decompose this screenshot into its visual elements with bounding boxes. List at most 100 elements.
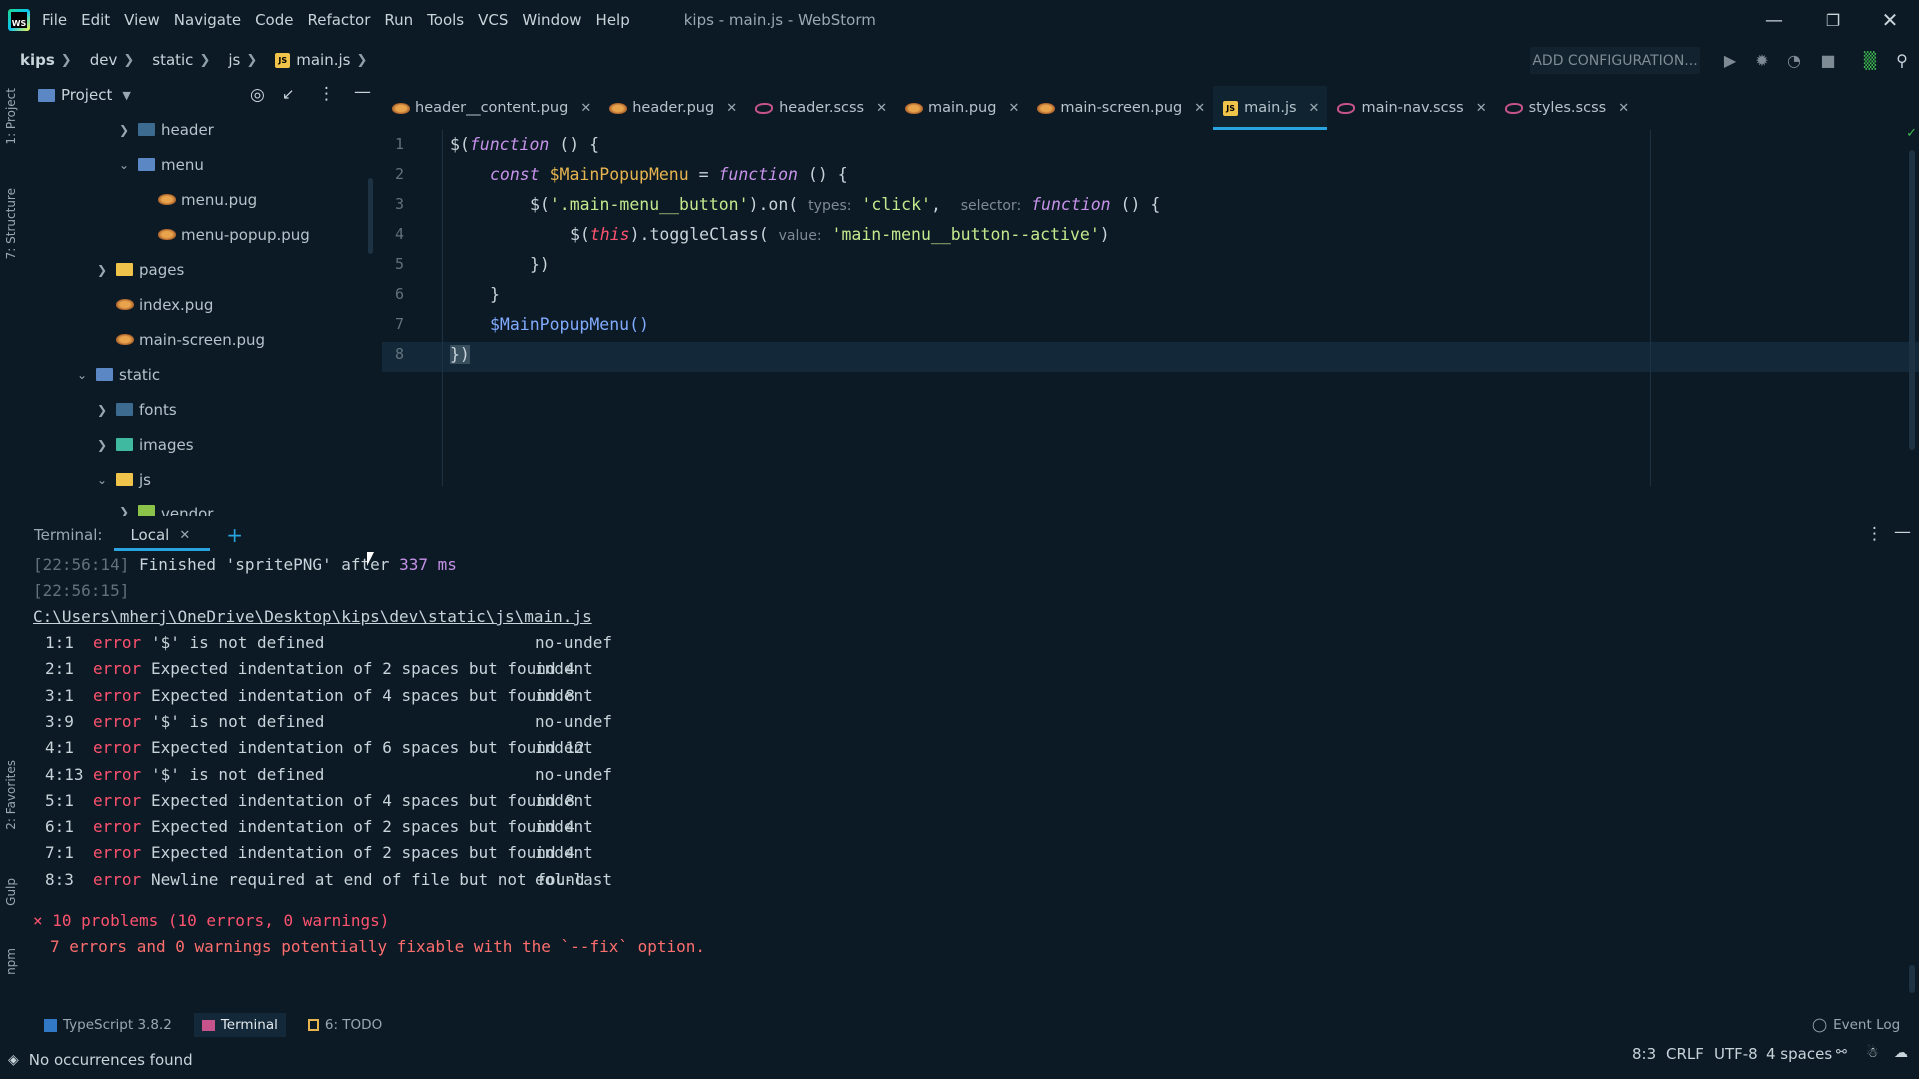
hide-panel-icon[interactable]: — bbox=[354, 82, 371, 102]
code-token: function bbox=[718, 165, 798, 184]
menu-run[interactable]: Run bbox=[384, 11, 413, 29]
tree-item-header[interactable]: ❯ header bbox=[28, 112, 380, 147]
tree-item-images[interactable]: ❯ images bbox=[28, 427, 380, 462]
lint-rule: no-undef bbox=[535, 633, 613, 652]
search-icon[interactable]: ⚲ bbox=[1890, 48, 1914, 72]
tool-project[interactable]: 1: Project bbox=[4, 88, 18, 145]
notifications-icon[interactable]: ☁ bbox=[1894, 1045, 1908, 1061]
indent-setting[interactable]: 4 spaces bbox=[1766, 1045, 1832, 1063]
close-icon[interactable]: ✕ bbox=[1476, 101, 1487, 116]
file-encoding[interactable]: UTF-8 bbox=[1714, 1045, 1758, 1063]
tab-main-js[interactable]: JS main.js ✕ bbox=[1213, 86, 1328, 130]
menu-view[interactable]: View bbox=[124, 11, 160, 29]
project-scrollbar[interactable] bbox=[368, 178, 373, 254]
minimize-button[interactable]: — bbox=[1744, 0, 1804, 40]
tab-header-scss[interactable]: header.scss ✕ bbox=[745, 86, 895, 130]
menu-file[interactable]: File bbox=[42, 11, 67, 29]
hide-panel-icon[interactable]: — bbox=[1894, 522, 1911, 542]
tree-item-menu-popup-pug[interactable]: menu-popup.pug bbox=[28, 217, 380, 252]
menu-window[interactable]: Window bbox=[522, 11, 581, 29]
breadcrumb-kips[interactable]: kips ❯ bbox=[20, 51, 72, 69]
menu-tools[interactable]: Tools bbox=[427, 11, 464, 29]
terminal-tab-local[interactable]: Local ✕ bbox=[114, 520, 211, 551]
tree-item-js[interactable]: ⌄ js bbox=[28, 462, 380, 497]
menu-code[interactable]: Code bbox=[255, 11, 293, 29]
code-editor[interactable]: 1 2 3 4 5 6 7 8 $(function () { const $M… bbox=[382, 126, 1919, 486]
tree-item-menu[interactable]: ⌄ menu bbox=[28, 147, 380, 182]
caret-position[interactable]: 8:3 bbox=[1632, 1045, 1656, 1063]
tool-structure[interactable]: 7: Structure bbox=[4, 188, 18, 259]
tool-favorites[interactable]: 2: Favorites bbox=[4, 760, 18, 830]
lint-pos: 1:1 bbox=[45, 633, 74, 652]
close-icon[interactable]: ✕ bbox=[876, 101, 887, 116]
tree-item-static[interactable]: ⌄ static bbox=[28, 357, 380, 392]
line-number: 4 bbox=[394, 225, 404, 243]
stop-icon[interactable]: ■ bbox=[1816, 48, 1840, 72]
debug-icon[interactable]: ✹ bbox=[1750, 48, 1774, 72]
close-icon[interactable]: ✕ bbox=[1309, 101, 1320, 116]
breadcrumb-mainjs[interactable]: JS main.js ❯ bbox=[275, 51, 367, 69]
line-separator[interactable]: CRLF bbox=[1666, 1045, 1704, 1063]
project-title[interactable]: Project bbox=[61, 86, 112, 104]
terminal-scrollbar[interactable] bbox=[1909, 965, 1915, 993]
tree-item-label: pages bbox=[139, 260, 185, 279]
menu-refactor[interactable]: Refactor bbox=[307, 11, 370, 29]
breadcrumb-static[interactable]: static ❯ bbox=[152, 51, 210, 69]
lint-rule: indent bbox=[535, 843, 593, 863]
close-icon[interactable]: ✕ bbox=[1008, 101, 1019, 116]
menu-edit[interactable]: Edit bbox=[81, 11, 110, 29]
locate-icon[interactable]: ◎ bbox=[250, 85, 265, 105]
tab-main-screen-pug[interactable]: main-screen.pug ✕ bbox=[1027, 86, 1213, 130]
close-icon[interactable]: ✕ bbox=[726, 101, 737, 116]
add-configuration-button[interactable]: ADD CONFIGURATION... bbox=[1530, 47, 1700, 74]
close-icon[interactable]: ✕ bbox=[580, 101, 591, 116]
close-icon[interactable]: ✕ bbox=[1618, 101, 1629, 116]
tree-item-main-screen-pug[interactable]: main-screen.pug bbox=[28, 322, 380, 357]
tab-main-pug[interactable]: main.pug ✕ bbox=[895, 86, 1027, 130]
file-path-link[interactable]: C:\Users\mherj\OneDrive\Desktop\kips\dev… bbox=[33, 604, 592, 630]
lint-pos: 8:3 bbox=[45, 869, 74, 889]
inspector-icon[interactable]: ☃ bbox=[1866, 1045, 1879, 1061]
tool-gulp[interactable]: Gulp bbox=[4, 878, 18, 906]
close-window-button[interactable]: ✕ bbox=[1860, 0, 1919, 40]
terminal-icon[interactable]: ▒ bbox=[1858, 48, 1882, 72]
tree-item-pages[interactable]: ❯ pages bbox=[28, 252, 380, 287]
editor-scrollbar[interactable] bbox=[1909, 150, 1915, 450]
project-panel-header: Project ▼ ◎ ↙ ⋮ — bbox=[28, 80, 380, 110]
tab-header-content-pug[interactable]: header__content.pug ✕ bbox=[382, 86, 599, 130]
bottom-tool-bar: TypeScript 3.8.2 Terminal 6: TODO ◯ Event… bbox=[0, 1010, 1919, 1040]
terminal-output[interactable]: [22:56:14] Finished 'spritePNG' after 33… bbox=[28, 552, 1919, 1002]
restore-button[interactable]: ❐ bbox=[1803, 0, 1863, 40]
folder-icon bbox=[116, 473, 133, 486]
close-icon[interactable]: ✕ bbox=[179, 528, 190, 543]
chevron-down-icon[interactable]: ▼ bbox=[122, 89, 130, 102]
menu-navigate[interactable]: Navigate bbox=[174, 11, 241, 29]
close-icon[interactable]: ✕ bbox=[1194, 101, 1205, 116]
breadcrumb-label: main.js bbox=[296, 51, 351, 69]
profile-icon[interactable]: ◔ bbox=[1782, 48, 1806, 72]
tool-typescript[interactable]: TypeScript 3.8.2 bbox=[36, 1013, 180, 1037]
project-icon bbox=[38, 88, 55, 102]
lock-icon[interactable]: ⚯ bbox=[1836, 1045, 1847, 1060]
code-line-5: }) bbox=[530, 255, 550, 274]
breadcrumb-dev[interactable]: dev ❯ bbox=[90, 51, 135, 69]
tab-styles-scss[interactable]: styles.scss ✕ bbox=[1495, 86, 1637, 130]
tool-todo[interactable]: 6: TODO bbox=[300, 1013, 390, 1037]
more-options-icon[interactable]: ⋮ bbox=[1866, 524, 1883, 544]
tool-npm[interactable]: npm bbox=[4, 948, 18, 975]
tree-item-fonts[interactable]: ❯ fonts bbox=[28, 392, 380, 427]
tab-header-pug[interactable]: header.pug ✕ bbox=[599, 86, 745, 130]
collapse-icon[interactable]: ↙ bbox=[282, 85, 295, 103]
add-terminal-icon[interactable]: + bbox=[226, 523, 243, 547]
tree-item-index-pug[interactable]: index.pug bbox=[28, 287, 380, 322]
tab-main-nav-scss[interactable]: main-nav.scss ✕ bbox=[1327, 86, 1494, 130]
breadcrumb-js[interactable]: js ❯ bbox=[228, 51, 257, 69]
tool-terminal[interactable]: Terminal bbox=[193, 1013, 286, 1037]
run-icon[interactable]: ▶ bbox=[1718, 48, 1742, 72]
tree-item-menu-pug[interactable]: menu.pug bbox=[28, 182, 380, 217]
menu-help[interactable]: Help bbox=[596, 11, 630, 29]
tree-item-vendor[interactable]: ❯ vendor bbox=[28, 497, 380, 516]
more-options-icon[interactable]: ⋮ bbox=[318, 84, 335, 104]
event-log-button[interactable]: ◯ Event Log bbox=[1804, 1013, 1908, 1037]
menu-vcs[interactable]: VCS bbox=[478, 11, 508, 29]
